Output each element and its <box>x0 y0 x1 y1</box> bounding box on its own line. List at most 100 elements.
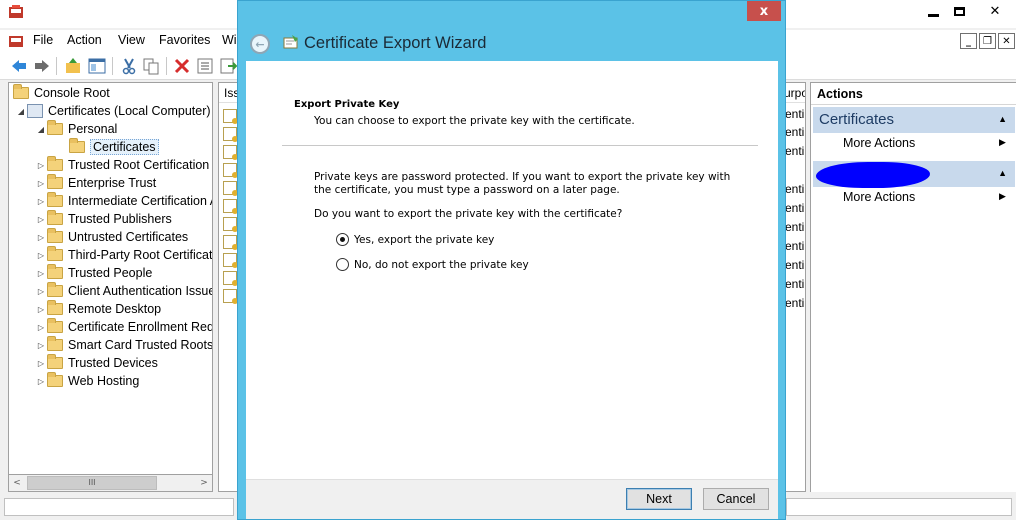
certificate-icon[interactable] <box>223 163 238 178</box>
cut-icon[interactable] <box>120 57 138 75</box>
expand-arrow-icon[interactable]: ▷ <box>35 287 47 296</box>
mdi-close-button[interactable]: ✕ <box>998 33 1015 49</box>
status-cell <box>4 498 234 516</box>
properties-icon[interactable] <box>196 57 214 75</box>
menu-view[interactable]: View <box>118 33 145 47</box>
mdi-restore-button[interactable]: ❐ <box>979 33 996 49</box>
tree-item-trusted-devices[interactable]: ▷ Trusted Devices <box>35 354 158 372</box>
tree-item-remote-desktop[interactable]: ▷ Remote Desktop <box>35 300 161 318</box>
expand-arrow-icon[interactable]: ▷ <box>35 251 47 260</box>
console-tree[interactable]: Console Root ◢ Certificates (Local Compu… <box>8 82 213 492</box>
tree-item-web-hosting[interactable]: ▷ Web Hosting <box>35 372 139 390</box>
folder-icon <box>47 354 63 369</box>
tree-item-label: Third-Party Root Certificat <box>68 248 213 262</box>
wizard-title: Certificate Export Wizard <box>304 34 487 52</box>
scrollbar-thumb[interactable]: III <box>27 476 157 490</box>
close-window-button[interactable]: ✕ <box>976 0 1014 22</box>
certificate-icon[interactable] <box>223 253 238 268</box>
tree-item-label: Trusted People <box>68 266 153 280</box>
tree-item-trusted-root[interactable]: ▷ Trusted Root Certification <box>35 156 209 174</box>
tree-item-third-party-root[interactable]: ▷ Third-Party Root Certificat <box>35 246 212 264</box>
certificate-icon[interactable] <box>223 271 238 286</box>
more-actions-1[interactable]: More Actions ▶ <box>843 136 1006 150</box>
certificate-icon[interactable] <box>223 145 238 160</box>
purpose-cell: enti <box>785 239 805 253</box>
expand-arrow-icon[interactable]: ▷ <box>35 233 47 242</box>
radio-export-private-key[interactable]: Yes, export the private key <box>336 233 494 246</box>
console-icon[interactable] <box>8 33 24 49</box>
radio-button-selected[interactable] <box>336 233 349 246</box>
expand-arrow-icon[interactable]: ▷ <box>35 269 47 278</box>
tree-item-personal[interactable]: ◢ Personal <box>35 120 117 138</box>
expand-arrow-icon[interactable]: ▷ <box>35 197 47 206</box>
next-button[interactable]: Next <box>626 488 692 510</box>
certificate-icon[interactable] <box>223 127 238 142</box>
expand-arrow-icon[interactable]: ▷ <box>35 377 47 386</box>
tree-item-smart-card-roots[interactable]: ▷ Smart Card Trusted Roots <box>35 336 212 354</box>
more-actions-2[interactable]: More Actions ▶ <box>843 190 1006 204</box>
maximize-button[interactable] <box>942 0 976 22</box>
folder-icon <box>69 138 85 153</box>
tree-item-enrollment-requests[interactable]: ▷ Certificate Enrollment Requ <box>35 318 212 336</box>
folder-icon <box>47 192 63 207</box>
collapse-caret-icon[interactable]: ▲ <box>998 168 1007 178</box>
tree-item-intermediate[interactable]: ▷ Intermediate Certification A <box>35 192 212 210</box>
radio-button[interactable] <box>336 258 349 271</box>
copy-icon[interactable] <box>142 57 160 75</box>
expand-arrow-icon[interactable]: ▷ <box>35 323 47 332</box>
expand-arrow-icon[interactable]: ▷ <box>35 215 47 224</box>
delete-icon[interactable] <box>173 57 191 75</box>
mdi-minimize-button[interactable]: _ <box>960 33 977 49</box>
certificate-icon[interactable] <box>223 235 238 250</box>
certificate-export-wizard: x ← Certificate Export Wizard Export Pri… <box>237 0 786 520</box>
actions-pane: Actions Certificates ▲ More Actions ▶ ▲ … <box>810 82 1016 492</box>
submenu-arrow-icon: ▶ <box>999 137 1006 147</box>
up-folder-icon[interactable] <box>64 57 82 75</box>
show-hide-tree-icon[interactable] <box>88 57 106 75</box>
collapse-arrow-icon[interactable]: ◢ <box>15 107 27 116</box>
tree-item-console-root[interactable]: Console Root <box>13 84 110 102</box>
folder-icon <box>47 246 63 261</box>
menu-favorites[interactable]: Favorites <box>159 33 210 47</box>
expand-arrow-icon[interactable]: ▷ <box>35 341 47 350</box>
radio-do-not-export[interactable]: No, do not export the private key <box>336 258 529 271</box>
forward-arrow-icon[interactable] <box>33 57 51 75</box>
expand-arrow-icon[interactable]: ▷ <box>35 359 47 368</box>
menu-action[interactable]: Action <box>67 33 102 47</box>
certificate-icon[interactable] <box>223 199 238 214</box>
tree-item-enterprise-trust[interactable]: ▷ Enterprise Trust <box>35 174 156 192</box>
expand-arrow-icon[interactable]: ▷ <box>35 161 47 170</box>
back-arrow-icon[interactable] <box>10 57 28 75</box>
export-list-icon[interactable] <box>219 57 237 75</box>
tree-item-label: Trusted Root Certification <box>68 158 210 172</box>
wizard-close-button[interactable]: x <box>747 1 781 21</box>
certificate-icon[interactable] <box>223 109 238 124</box>
back-arrow-icon[interactable]: ← <box>250 34 270 54</box>
certificate-icon[interactable] <box>223 181 238 196</box>
action-group-certificates[interactable]: Certificates ▲ <box>813 107 1015 133</box>
menu-window[interactable]: Wi <box>222 33 237 47</box>
certificate-icon[interactable] <box>223 217 238 232</box>
certificate-icon[interactable] <box>223 289 238 304</box>
expand-arrow-icon[interactable]: ▷ <box>35 305 47 314</box>
tree-item-label: Console Root <box>34 86 110 100</box>
tree-item-personal-certificates[interactable]: Certificates <box>57 138 159 156</box>
scroll-right-arrow-icon[interactable]: > <box>196 475 212 491</box>
tree-item-client-auth[interactable]: ▷ Client Authentication Issue <box>35 282 212 300</box>
radio-label: No, do not export the private key <box>354 258 529 271</box>
collapse-arrow-icon[interactable]: ◢ <box>35 125 47 134</box>
tree-horizontal-scrollbar[interactable]: < III > <box>8 474 213 492</box>
scroll-left-arrow-icon[interactable]: < <box>9 475 25 491</box>
tree-item-label: Untrusted Certificates <box>68 230 189 244</box>
tree-item-trusted-publishers[interactable]: ▷ Trusted Publishers <box>35 210 172 228</box>
menu-file[interactable]: File <box>33 33 53 47</box>
collapse-caret-icon[interactable]: ▲ <box>998 114 1007 124</box>
purpose-cell: enti <box>785 277 805 291</box>
column-intended-purposes[interactable]: urpo <box>784 86 805 100</box>
tree-item-untrusted[interactable]: ▷ Untrusted Certificates <box>35 228 188 246</box>
expand-arrow-icon[interactable]: ▷ <box>35 179 47 188</box>
cancel-button[interactable]: Cancel <box>703 488 769 510</box>
folder-icon <box>47 282 63 297</box>
tree-item-certificates-local-computer[interactable]: ◢ Certificates (Local Computer) <box>15 102 211 120</box>
tree-item-trusted-people[interactable]: ▷ Trusted People <box>35 264 152 282</box>
